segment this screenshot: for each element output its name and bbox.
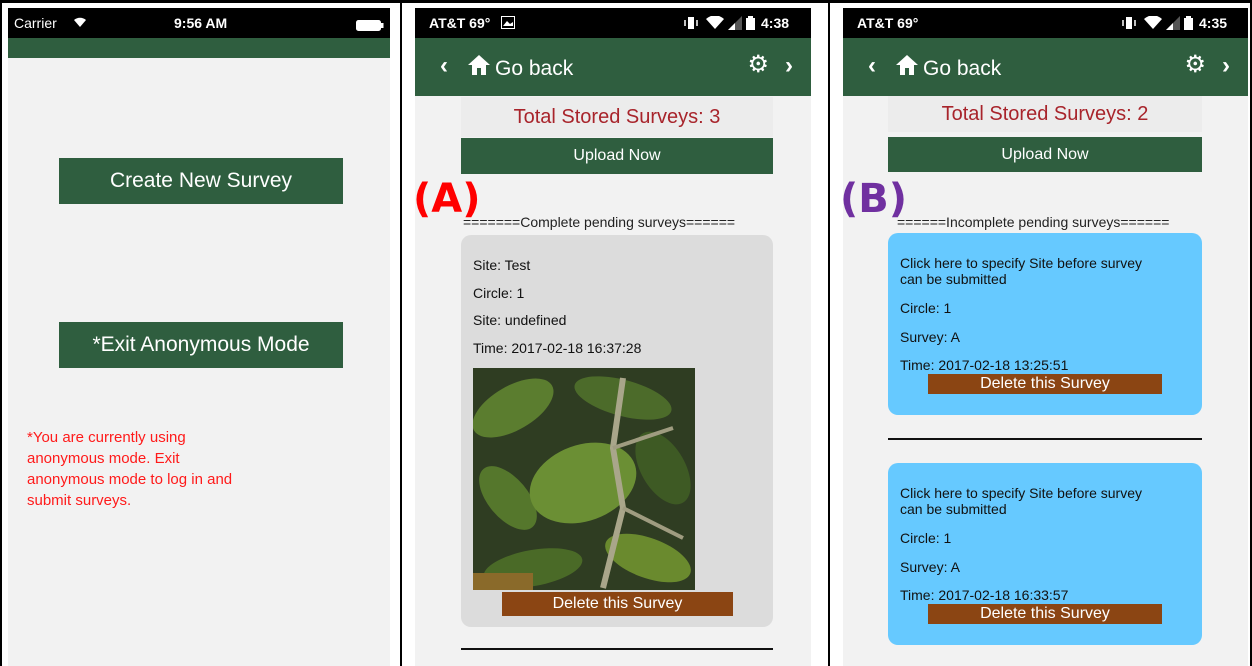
- incomplete-surveys-screen: AT&T 69° 4:35 ‹ Go back ⚙ › Total Stored…: [843, 8, 1248, 666]
- total-stored-surveys: Total Stored Surveys: 2: [888, 96, 1202, 132]
- incomplete-survey-card[interactable]: Click here to specify Site before survey…: [888, 463, 1202, 645]
- wifi-icon: [1143, 15, 1163, 33]
- specify-site-link-cont[interactable]: can be submitted: [900, 501, 1007, 517]
- chevron-left-icon[interactable]: ‹: [868, 52, 876, 80]
- status-bar: AT&T 69° 4:38: [415, 8, 811, 38]
- specify-site-link-cont[interactable]: can be submitted: [900, 271, 1007, 287]
- battery-icon: [1184, 16, 1193, 33]
- vibrate-icon: [683, 16, 699, 33]
- notice-line: anonymous mode to log in and: [27, 471, 233, 488]
- status-time: 4:35: [1199, 15, 1228, 31]
- divider: [461, 648, 773, 650]
- carrier-label: AT&T 69°: [857, 15, 919, 31]
- battery-icon: [746, 16, 755, 33]
- carrier-label: AT&T 69°: [429, 15, 491, 31]
- status-bar: AT&T 69° 4:35: [843, 8, 1248, 38]
- survey-photo: [473, 368, 695, 590]
- chevron-right-icon[interactable]: ›: [1222, 52, 1230, 80]
- survey-time: Time: 2017-02-18 16:33:57: [900, 587, 1069, 603]
- home-icon[interactable]: [467, 54, 491, 76]
- anonymous-notice: *You are currently using anonymous mode.…: [27, 427, 232, 511]
- notice-line: anonymous mode. Exit: [27, 450, 180, 467]
- gear-icon[interactable]: ⚙: [1184, 50, 1206, 79]
- exit-anonymous-mode-button[interactable]: *Exit Anonymous Mode: [59, 322, 343, 368]
- signal-icon: [727, 16, 743, 33]
- nav-bar: ‹ Go back ⚙ ›: [843, 38, 1248, 96]
- gear-icon[interactable]: ⚙: [747, 50, 769, 79]
- survey-time: Time: 2017-02-18 16:37:28: [473, 340, 642, 356]
- nav-bar: ‹ Go back ⚙ ›: [415, 38, 811, 96]
- upload-now-button[interactable]: Upload Now: [461, 138, 773, 174]
- survey-card[interactable]: Site: Test Circle: 1 Site: undefined Tim…: [461, 235, 773, 627]
- exit-anonymous-mode-label: *Exit Anonymous Mode: [92, 333, 310, 356]
- wifi-icon: [72, 15, 88, 31]
- delete-survey-button[interactable]: Delete this Survey: [928, 604, 1162, 624]
- divider: [888, 438, 1202, 440]
- go-back-link[interactable]: Go back: [923, 57, 1001, 81]
- incomplete-survey-card[interactable]: Click here to specify Site before survey…: [888, 233, 1202, 415]
- create-new-survey-label: Create New Survey: [109, 169, 293, 192]
- complete-surveys-screen: AT&T 69° 4:38 ‹ Go back ⚙ › Total Stored…: [415, 8, 811, 666]
- survey-type: Survey: A: [900, 559, 960, 575]
- specify-site-link[interactable]: Click here to specify Site before survey: [900, 255, 1142, 271]
- frame-top: [0, 0, 1252, 3]
- survey-circle: Circle: 1: [900, 530, 952, 546]
- vibrate-icon: [1121, 16, 1137, 33]
- chevron-right-icon[interactable]: ›: [785, 52, 793, 80]
- frame-divider-1: [400, 0, 402, 666]
- anonymous-home-screen: Carrier 9:56 AM Create New Survey *Exit …: [8, 8, 390, 666]
- delete-survey-button[interactable]: Delete this Survey: [502, 592, 733, 616]
- survey-circle: Circle: 1: [900, 300, 952, 316]
- create-new-survey-button[interactable]: Create New Survey: [59, 158, 343, 204]
- total-stored-surveys: Total Stored Surveys: 3: [461, 97, 773, 137]
- home-icon[interactable]: [895, 54, 919, 76]
- carrier-label: Carrier: [14, 15, 57, 31]
- section-header: =======Complete pending surveys======: [463, 214, 736, 230]
- go-back-link[interactable]: Go back: [495, 57, 573, 81]
- chevron-left-icon[interactable]: ‹: [440, 52, 448, 80]
- frame-left: [0, 0, 2, 666]
- status-bar: Carrier 9:56 AM: [8, 8, 390, 38]
- frame-divider-2: [828, 0, 830, 666]
- survey-type: Survey: A: [900, 329, 960, 345]
- survey-site: Site: Test: [473, 257, 531, 273]
- specify-site-link[interactable]: Click here to specify Site before survey: [900, 485, 1142, 501]
- status-time: 4:38: [761, 15, 790, 31]
- survey-time: Time: 2017-02-18 13:25:51: [900, 357, 1069, 373]
- battery-icon: [356, 18, 384, 34]
- signal-icon: [1165, 16, 1181, 33]
- section-header: ======Incomplete pending surveys======: [897, 214, 1170, 230]
- survey-circle: Circle: 1: [473, 285, 525, 301]
- header-strip: [8, 38, 390, 58]
- delete-survey-button[interactable]: Delete this Survey: [928, 374, 1162, 394]
- upload-now-button[interactable]: Upload Now: [888, 137, 1202, 172]
- status-time: 9:56 AM: [174, 15, 228, 31]
- survey-site-undefined: Site: undefined: [473, 312, 567, 328]
- notice-line: submit surveys.: [27, 492, 132, 509]
- notice-line: *You are currently using: [27, 429, 186, 446]
- wifi-icon: [705, 15, 725, 33]
- image-notification-icon: [501, 16, 515, 32]
